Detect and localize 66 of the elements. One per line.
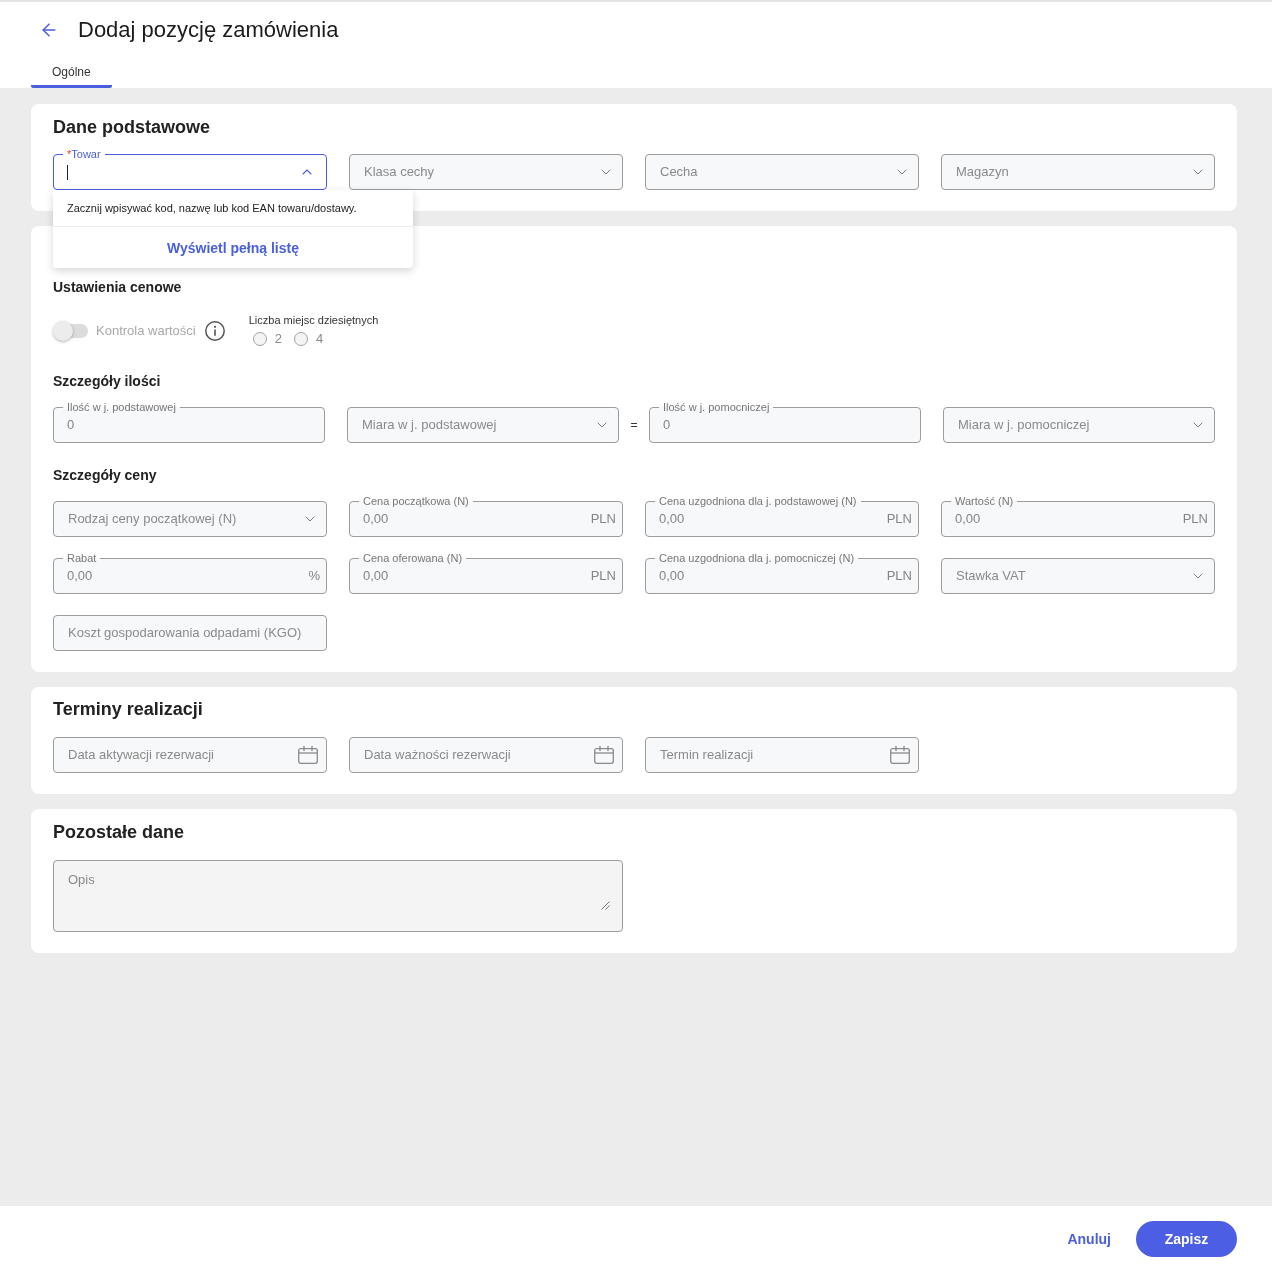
section-subtitle: Szczegóły ilości	[53, 372, 162, 390]
required-mark: *	[67, 148, 72, 160]
input-field[interactable]: Cena początkowa (N) 0,00 PLN	[349, 495, 623, 537]
field-value: 0,00	[67, 568, 94, 584]
date-field[interactable]: Termin realizacji	[645, 737, 919, 773]
field-value: 0,00	[363, 511, 390, 527]
unit-suffix: PLN	[886, 568, 912, 584]
select-field[interactable]: Klasa cechy	[349, 154, 623, 190]
field-value: 0	[663, 417, 672, 433]
field-value: 0,00	[955, 511, 982, 527]
section-title: Pozostałe dane	[53, 821, 186, 843]
field-label: Cena oferowana (N)	[359, 552, 467, 564]
calendar-icon[interactable]	[890, 746, 910, 764]
field-label: Towar	[71, 148, 101, 160]
input-field[interactable]: Ilość w j. podstawowej 0	[53, 401, 325, 443]
textarea-field[interactable]: Opis	[53, 860, 623, 932]
date-field[interactable]: Data aktywacji rezerwacji	[53, 737, 327, 773]
combobox-field[interactable]: *Towar	[53, 148, 327, 190]
unit-suffix: PLN	[590, 511, 616, 527]
input-field[interactable]: Rabat 0,00 %	[53, 552, 327, 594]
input-field[interactable]: Wartość (N) 0,00 PLN	[941, 495, 1215, 537]
input-field[interactable]: Cena uzgodniona dla j. podstawowej (N) 0,00 PLN	[645, 495, 919, 537]
calendar-icon[interactable]	[594, 746, 614, 764]
radio-label: 4	[315, 331, 324, 347]
section-subtitle: Szczegóły ceny	[53, 466, 158, 484]
save-button[interactable]: Zapisz	[1136, 1221, 1237, 1257]
select-field[interactable]: Cecha	[645, 154, 919, 190]
input-field[interactable]: Cena oferowana (N) 0,00 PLN	[349, 552, 623, 594]
unit-suffix: %	[308, 568, 320, 584]
text-cursor	[67, 164, 68, 180]
toggle-label: Kontrola wartości	[96, 323, 196, 339]
field-label: Cena początkowa (N)	[359, 495, 473, 507]
input-field[interactable]: Ilość w j. pomocniczej 0	[649, 401, 921, 443]
field-label: Cena uzgodniona dla j. pomocniczej (N)	[655, 552, 859, 564]
field-label: Ilość w j. pomocniczej	[659, 401, 774, 413]
field-value: 0,00	[659, 568, 686, 584]
show-full-list-link[interactable]: Wyświetl pełną listę	[167, 238, 299, 257]
date-field[interactable]: Data ważności rezerwacji	[349, 737, 623, 773]
field-label: Cena uzgodniona dla j. podstawowej (N)	[655, 495, 861, 507]
radio-group-label: Liczba miejsc dziesiętnych	[248, 313, 379, 327]
calendar-icon[interactable]	[298, 746, 318, 764]
unit-suffix: PLN	[1182, 511, 1208, 527]
field-label: Rabat	[63, 552, 101, 564]
page-title: Dodaj pozycję zamówienia	[78, 16, 339, 44]
field-value: 0	[67, 417, 76, 433]
cancel-button[interactable]: Anuluj	[1067, 1230, 1111, 1248]
section-title: Terminy realizacji	[53, 698, 204, 720]
input-field[interactable]: Cena uzgodniona dla j. pomocniczej (N) 0,00 PLN	[645, 552, 919, 594]
select-field[interactable]: Miara w j. podstawowej	[347, 407, 619, 443]
input-field[interactable]: Koszt gospodarowania odpadami (KGO)	[53, 615, 327, 651]
field-value: 0,00	[659, 511, 686, 527]
section-subtitle: Ustawienia cenowe	[53, 278, 183, 296]
radio-label: 2	[274, 331, 282, 347]
select-field[interactable]: Stawka VAT	[941, 558, 1215, 594]
select-field[interactable]: Magazyn	[941, 154, 1215, 190]
select-field[interactable]: Miara w j. pomocniczej	[943, 407, 1215, 443]
select-field[interactable]: Rodzaj ceny początkowej (N)	[53, 501, 327, 537]
info-icon[interactable]	[204, 321, 225, 341]
field-label: Wartość (N)	[951, 495, 1018, 507]
section-title: Dane podstawowe	[53, 116, 212, 138]
field-label: Ilość w j. podstawowej	[63, 401, 180, 413]
unit-suffix: PLN	[590, 568, 616, 584]
equals-sign: =	[630, 418, 638, 432]
resize-handle-icon[interactable]	[601, 901, 610, 910]
field-value: 0,00	[363, 568, 390, 584]
unit-suffix: PLN	[886, 511, 912, 527]
